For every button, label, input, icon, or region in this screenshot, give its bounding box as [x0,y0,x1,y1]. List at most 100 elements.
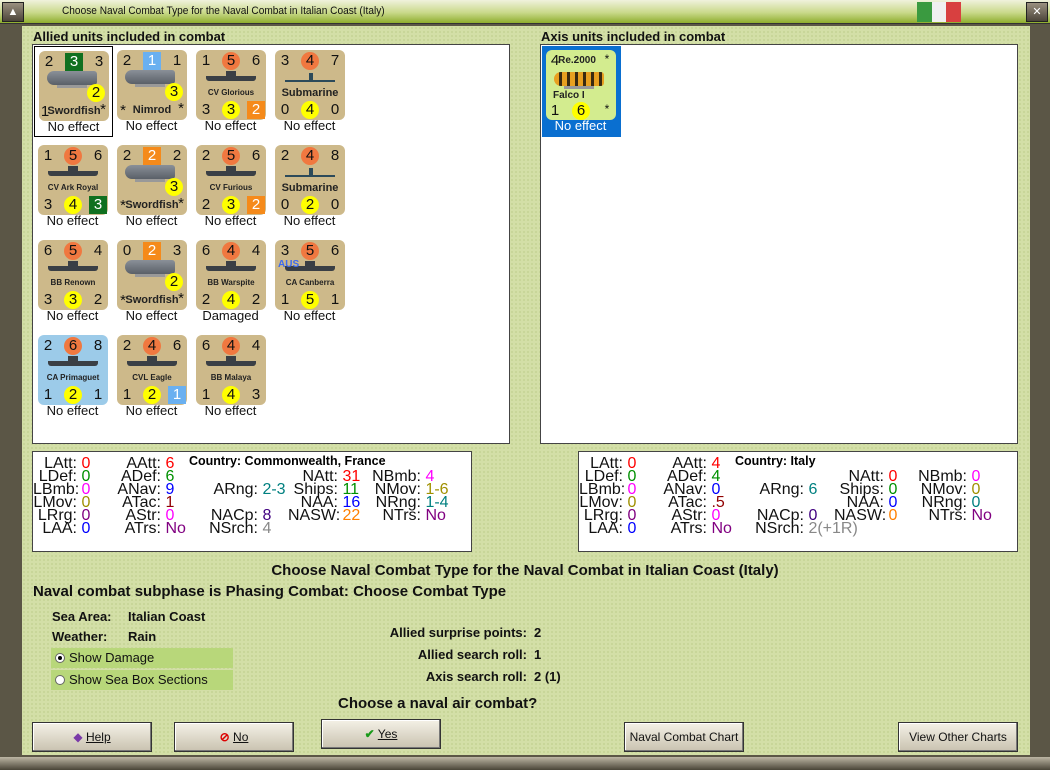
stat-value: 6 [808,481,818,498]
show-damage-radio[interactable]: Show Damage [51,648,233,668]
stat-label: LAA: [588,520,623,537]
unit-slot[interactable]: 4 Re.2000 * Falco I 1 6 * No effect [542,46,621,137]
counter-value-bm: 4 [301,101,319,119]
unit-counter[interactable]: 2 4 8 Submarine 0 2 0 [275,145,345,215]
unit-name: Submarine [281,87,339,99]
unit-name: Nimrod [132,104,172,116]
unit-status: No effect [283,213,336,228]
unit-counter[interactable]: 2 1 1 3 * * Nimrod [117,50,187,120]
unit-status: No effect [46,213,99,228]
no-button[interactable]: ⊘ No [174,722,294,752]
counter-value-tm: 4 [222,242,240,260]
stat-value: 2-3 [262,481,286,498]
help-book-icon: ◆ [73,730,83,744]
nationality-tag: AUS [278,259,300,270]
unit-slot[interactable]: 0 2 3 2 * * Swordfish No effect [113,236,192,327]
no-label: No [233,730,249,744]
unit-counter[interactable]: 6 5 4 BB Renown 3 3 2 [38,240,108,310]
unit-slot[interactable]: 3 5 6 AUS CA Canberra 1 5 1 No effect [271,236,350,327]
unit-slot[interactable]: 2 2 2 3 * * Swordfish No effect [113,141,192,232]
counter-value-tm: 5 [301,242,319,260]
counter-value-tl: 2 [201,147,211,164]
unit-status: No effect [204,213,257,228]
counter-value-tm: 4 [143,337,161,355]
stat-label: NASW: [834,507,887,524]
ship-icon [48,261,98,271]
unit-slot[interactable]: 3 4 7 Submarine 0 4 0 No effect [271,46,350,137]
yes-button[interactable]: ✔ Yes [321,719,441,749]
counter-value-bm: 2 [301,196,319,214]
naval-combat-chart-button[interactable]: Naval Combat Chart [624,722,744,752]
stat-label: NSrch: [755,520,804,537]
minimize-button[interactable]: ▲ [2,2,24,22]
unit-slot[interactable]: 1 5 6 CV Ark Royal 3 4 3 No effect [34,141,113,232]
aircraft-icon [125,165,175,182]
counter-value-tr: 8 [330,147,340,164]
unit-slot[interactable]: 1 5 6 CV Glorious 3 3 2 No effect [192,46,271,137]
unit-slot[interactable]: 2 6 8 CA Primaguet 1 2 1 No effect [34,331,113,422]
unit-counter[interactable]: 2 3 3 2 1 * Swordfish [39,51,109,121]
unit-counter[interactable]: 1 5 6 CV Ark Royal 3 4 3 [38,145,108,215]
stat-atrs: ATrs: No [663,520,732,538]
view-other-charts-button[interactable]: View Other Charts [898,722,1018,752]
counter-value-tr: 4 [251,242,261,259]
counter-value-bl: 1 [43,386,53,403]
italy-flag-icon [917,2,962,22]
radio-selected-icon [55,653,65,663]
country-label: Country: Italy [735,454,816,468]
unit-counter[interactable]: 3 5 6 AUS CA Canberra 1 5 1 [275,240,345,310]
help-button[interactable]: ◆ Help [32,722,152,752]
unit-slot[interactable]: 2 4 8 Submarine 0 2 0 No effect [271,141,350,232]
surprise-value: 2 [534,625,542,640]
radio-unselected-icon [55,675,65,685]
unit-counter[interactable]: 2 4 6 CVL Eagle 1 2 1 [117,335,187,405]
unit-counter[interactable]: 6 4 4 BB Malaya 1 4 3 [196,335,266,405]
unit-slot[interactable]: 2 5 6 CV Furious 2 3 2 No effect [192,141,271,232]
counter-value-tm: 2 [143,242,161,260]
unit-name: Falco I [553,90,585,101]
stat-laa: LAA: 0 [33,520,90,538]
dialog-heading: Choose Naval Combat Type for the Naval C… [271,562,779,579]
unit-counter[interactable]: 4 Re.2000 * Falco I 1 6 * [546,50,616,120]
counter-value-tm: 6 [64,337,82,355]
counter-value-br: 2 [251,291,261,308]
unit-slot[interactable]: 6 4 4 BB Malaya 1 4 3 No effect [192,331,271,422]
unit-counter[interactable]: 0 2 3 2 * * Swordfish [117,240,187,310]
unit-slot[interactable]: 2 3 3 2 1 * Swordfish No effect [34,46,113,137]
aircraft-icon [47,71,97,88]
counter-value-tl: 2 [280,147,290,164]
submarine-icon [285,168,335,177]
unit-status: No effect [554,118,607,133]
aircraft-icon [554,72,604,89]
unit-counter[interactable]: 2 6 8 CA Primaguet 1 2 1 [38,335,108,405]
unit-counter[interactable]: 6 4 4 BB Warspite 2 4 2 [196,240,266,310]
counter-value-br: 2 [93,291,103,308]
unit-counter[interactable]: 2 5 6 CV Furious 2 3 2 [196,145,266,215]
show-sea-box-radio[interactable]: Show Sea Box Sections [51,670,233,690]
checkmark-icon: ✔ [364,727,375,741]
counter-value-bm: 5 [301,291,319,309]
unit-counter[interactable]: 2 2 2 3 * * Swordfish [117,145,187,215]
close-button[interactable]: ✕ [1026,2,1048,22]
unit-slot[interactable]: 6 4 4 BB Warspite 2 4 2 Damaged [192,236,271,327]
counter-value-bl: 2 [201,291,211,308]
show-damage-label: Show Damage [69,650,155,665]
sea-area-label: Sea Area: [52,609,112,624]
counter-value-tm: 1 [143,52,161,70]
unit-slot[interactable]: 6 5 4 BB Renown 3 3 2 No effect [34,236,113,327]
unit-counter[interactable]: 1 5 6 CV Glorious 3 3 2 [196,50,266,120]
counter-value-bl: 3 [201,101,211,118]
unit-name: BB Renown [50,278,96,287]
unit-counter[interactable]: 3 4 7 Submarine 0 4 0 [275,50,345,120]
counter-value-br: 0 [330,101,340,118]
unit-slot[interactable]: 2 1 1 3 * * Nimrod No effect [113,46,192,137]
counter-value-bl: 1 [122,386,132,403]
unit-name: BB Malaya [210,373,252,382]
counter-value-tr: 2 [172,147,182,164]
stat-label: ATrs: [670,520,707,537]
stat-arng: ARng: 2-3 [203,481,286,499]
aircraft-icon [125,70,175,87]
unit-slot[interactable]: 2 4 6 CVL Eagle 1 2 1 No effect [113,331,192,422]
stat-value: 22 [342,507,361,524]
allied-units-heading: Allied units included in combat [33,29,226,44]
